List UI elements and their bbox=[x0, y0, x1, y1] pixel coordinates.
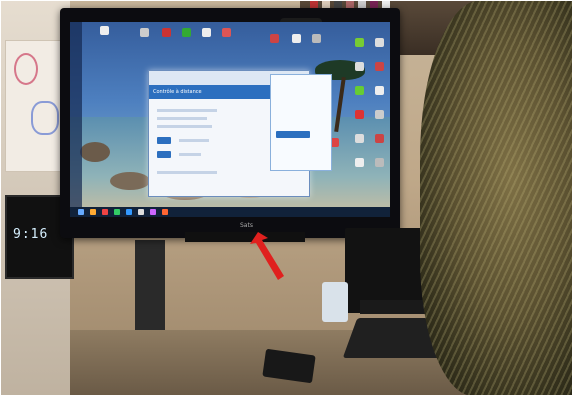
id-badge bbox=[157, 137, 171, 144]
desktop-icon[interactable] bbox=[355, 110, 364, 119]
desktop-icon[interactable] bbox=[375, 158, 384, 167]
photo-scene: 9:16 Contrôle à distance Sats bbox=[0, 0, 573, 396]
connect-button[interactable] bbox=[276, 131, 310, 138]
red-arrow-icon bbox=[250, 232, 284, 280]
monitor-brand-logo: Sats bbox=[240, 222, 253, 229]
taskbar bbox=[70, 207, 390, 217]
desktop-icon[interactable] bbox=[375, 86, 384, 95]
desktop-icon[interactable] bbox=[355, 158, 364, 167]
desktop-icon[interactable] bbox=[140, 28, 149, 37]
desktop-icon[interactable] bbox=[375, 38, 384, 47]
clock-time: 9:16 bbox=[13, 227, 49, 242]
desktop-icon[interactable] bbox=[375, 62, 384, 71]
person-hair bbox=[420, 0, 573, 396]
desktop-icon[interactable] bbox=[162, 28, 171, 37]
child-drawing bbox=[5, 40, 65, 172]
desktop-icon[interactable] bbox=[222, 28, 231, 37]
desktop-icon[interactable] bbox=[355, 86, 364, 95]
desktop-icon[interactable] bbox=[312, 34, 321, 43]
monitor-screen: Contrôle à distance bbox=[70, 22, 390, 217]
desktop-icon[interactable] bbox=[355, 134, 364, 143]
desktop-icon[interactable] bbox=[270, 34, 279, 43]
pen-cup bbox=[322, 282, 348, 322]
password-badge bbox=[157, 151, 171, 158]
desktop-icon[interactable] bbox=[355, 38, 364, 47]
partner-panel[interactable] bbox=[270, 74, 332, 171]
desktop-icon[interactable] bbox=[292, 34, 301, 43]
desktop-icon[interactable] bbox=[375, 110, 384, 119]
desktop-icon[interactable] bbox=[375, 134, 384, 143]
desktop-icon[interactable] bbox=[182, 28, 191, 37]
desktop-icon[interactable] bbox=[202, 28, 211, 37]
desktop-icon[interactable] bbox=[355, 62, 364, 71]
side-panel bbox=[70, 22, 82, 217]
desktop-icon[interactable] bbox=[100, 26, 109, 35]
